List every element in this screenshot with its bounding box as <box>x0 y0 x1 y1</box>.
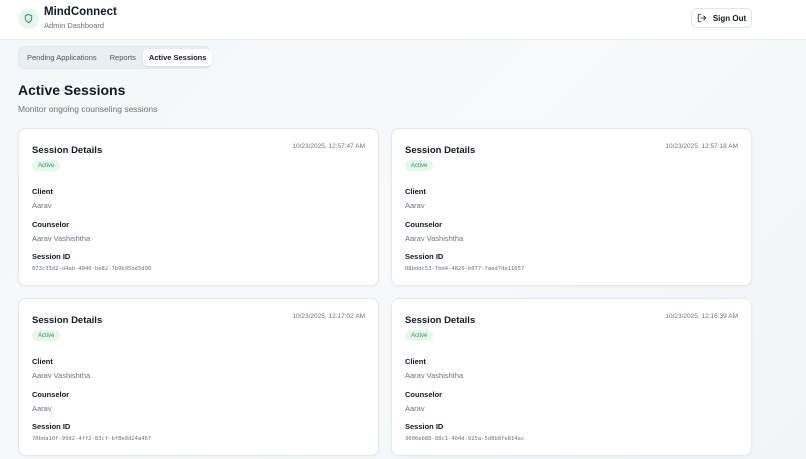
session-card: Session Details 10/23/2025, 12:57:47 AM … <box>18 128 379 286</box>
tab-bar: Pending Applications Reports Active Sess… <box>18 46 213 69</box>
counselor-value: Aarav Vashishtha <box>405 234 464 243</box>
counselor-value: Aarav <box>405 404 425 413</box>
client-label: Client <box>405 187 426 196</box>
client-value: Aarav <box>405 201 425 210</box>
status-badge: Active <box>405 160 434 171</box>
client-value: Aarav Vashishtha <box>405 371 464 380</box>
app-subtitle: Admin Dashboard <box>44 21 105 30</box>
status-badge: Active <box>32 160 61 171</box>
counselor-label: Counselor <box>32 390 70 399</box>
client-label: Client <box>32 187 53 196</box>
session-id-label: Session ID <box>405 252 444 261</box>
session-card-title: Session Details <box>32 145 103 156</box>
shield-icon <box>18 8 39 29</box>
session-id-value: 073c33d2-d4ab-4040-be82-7b9b95de5d90 <box>32 266 152 272</box>
page-subtitle: Monitor ongoing counseling sessions <box>18 104 158 114</box>
tab-active-sessions[interactable]: Active Sessions <box>142 49 213 66</box>
client-value: Aarav <box>32 201 52 210</box>
session-card-title: Session Details <box>405 145 476 156</box>
session-timestamp: 10/23/2025, 12:16:39 AM <box>665 313 738 320</box>
tab-reports[interactable]: Reports <box>104 49 142 66</box>
app-title: MindConnect <box>44 6 117 18</box>
session-id-label: Session ID <box>32 252 71 261</box>
client-label: Client <box>32 357 53 366</box>
counselor-label: Counselor <box>405 220 443 229</box>
session-id-label: Session ID <box>405 422 444 431</box>
session-id-label: Session ID <box>32 422 71 431</box>
session-card: Session Details 10/23/2025, 12:17:02 AM … <box>18 298 379 456</box>
sign-out-label: Sign Out <box>712 13 747 23</box>
session-timestamp: 10/23/2025, 12:57:18 AM <box>665 143 738 150</box>
session-id-value: 70bda10f-99d2-4ff2-83cf-bf8e0d24a467 <box>32 436 152 442</box>
session-timestamp: 10/23/2025, 12:57:47 AM <box>292 143 365 150</box>
client-label: Client <box>405 357 426 366</box>
session-timestamp: 10/23/2025, 12:17:02 AM <box>292 313 365 320</box>
session-card-title: Session Details <box>405 315 476 326</box>
session-id-value: 3006eb88-88c1-404d-925a-5d8b8fe814ec <box>405 436 525 442</box>
tab-pending-applications[interactable]: Pending Applications <box>21 49 103 66</box>
app-header: MindConnect Admin Dashboard Sign Out <box>0 0 806 40</box>
page-title: Active Sessions <box>18 82 126 98</box>
client-value: Aarav Vashishtha <box>32 371 91 380</box>
counselor-label: Counselor <box>405 390 443 399</box>
session-id-value: 08bddc53-7bd4-4820-b077-faed7de11657 <box>405 266 525 272</box>
status-badge: Active <box>32 330 61 341</box>
session-card-title: Session Details <box>32 315 103 326</box>
status-badge: Active <box>405 330 434 341</box>
session-card: Session Details 10/23/2025, 12:57:18 AM … <box>391 128 752 286</box>
sign-out-button[interactable]: Sign Out <box>691 8 752 28</box>
counselor-label: Counselor <box>32 220 70 229</box>
counselor-value: Aarav <box>32 404 52 413</box>
session-card: Session Details 10/23/2025, 12:16:39 AM … <box>391 298 752 456</box>
log-out-icon <box>697 13 707 23</box>
counselor-value: Aarav Vashishtha <box>32 234 91 243</box>
